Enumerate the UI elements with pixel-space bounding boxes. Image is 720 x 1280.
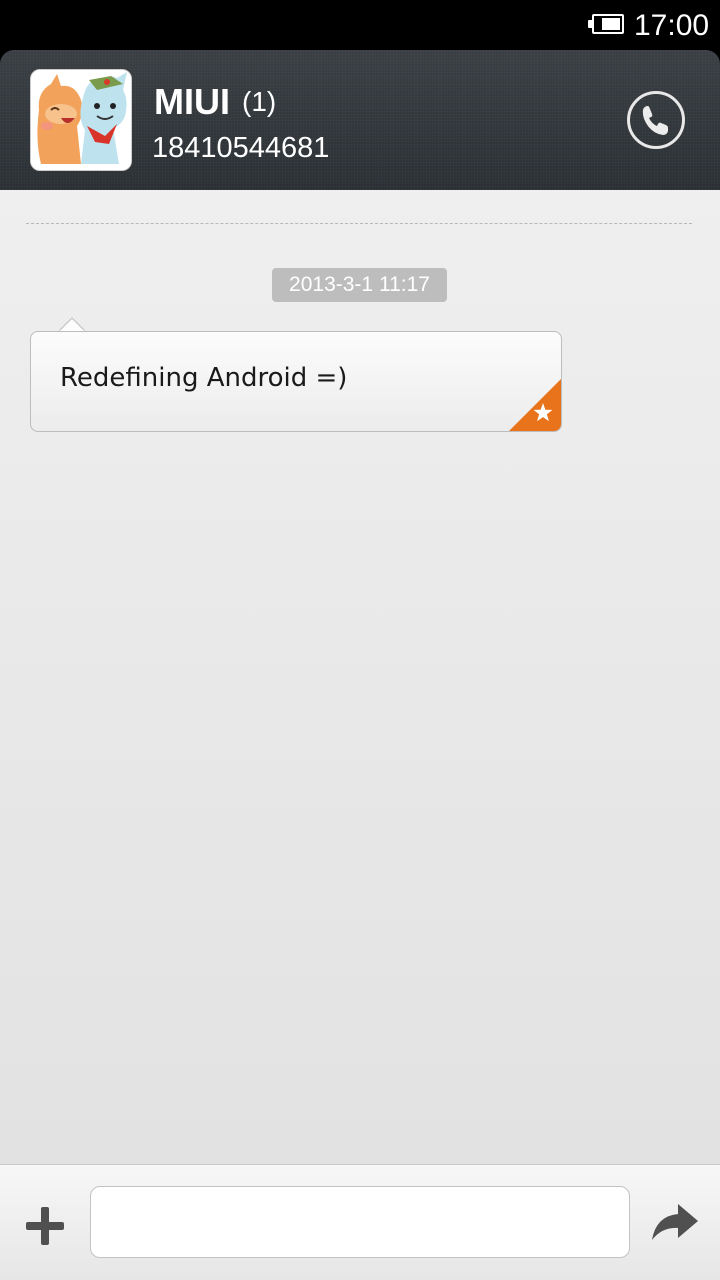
call-button[interactable] [627, 91, 685, 149]
message-input[interactable] [90, 1186, 630, 1258]
sms-conversation-screen: 17:00 MIUI (1) 18410544681 2013-3-1 11:1… [0, 0, 720, 1280]
thread-divider [26, 223, 692, 224]
message-count: (1) [242, 86, 277, 117]
message-text: Redefining Android =) [60, 363, 348, 393]
bubble-tail [58, 317, 86, 332]
star-icon [509, 379, 561, 431]
contact-name: MIUI [154, 81, 230, 122]
mitu-mascot-icon [31, 70, 131, 170]
battery-icon [588, 14, 624, 34]
battery-level [602, 18, 620, 30]
compose-bar [0, 1164, 720, 1280]
add-attachment-button[interactable] [24, 1205, 66, 1247]
message-timestamp: 2013-3-1 11:17 [272, 268, 447, 302]
send-arrow-icon [652, 1204, 698, 1240]
message-bubble[interactable]: Redefining Android =) [30, 331, 562, 432]
send-button[interactable] [650, 1202, 700, 1244]
plus-icon [26, 1207, 64, 1245]
status-time: 17:00 [634, 9, 710, 42]
message-thread[interactable]: 2013-3-1 11:17 Redefining Android =) [0, 190, 720, 1164]
conversation-header: MIUI (1) 18410544681 [0, 50, 720, 190]
status-bar: 17:00 [0, 0, 720, 50]
phone-icon [642, 106, 668, 135]
contact-avatar[interactable] [30, 69, 132, 171]
contact-phone-number: 18410544681 [152, 132, 330, 164]
